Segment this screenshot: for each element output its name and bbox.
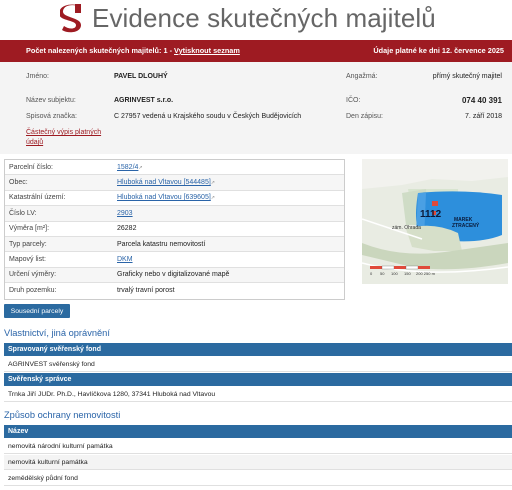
svg-text:50: 50	[380, 271, 385, 276]
engagement-value: přímý skutečný majitel	[432, 73, 502, 80]
app-title: Evidence skutečných majitelů	[92, 3, 436, 33]
results-bar: Počet nalezených skutečných majitelů: 1 …	[0, 40, 512, 62]
name-value: PAVEL DLOUHÝ	[114, 73, 168, 80]
managed-fund-header: Spravovaný svěřenský fond	[4, 343, 512, 356]
parcel-row-label: Katastrální území:	[9, 194, 66, 202]
parcel-value-link[interactable]: DKM	[117, 256, 133, 263]
parcel-row: Číslo LV: 2903	[5, 206, 344, 222]
protection-section-title: Způsob ochrany nemovitosti	[4, 410, 121, 420]
parcel-value-link[interactable]: 2903	[117, 210, 133, 217]
parcel-row-value[interactable]: DKM	[117, 256, 344, 263]
file-label: Spisová značka:	[26, 113, 77, 120]
parcel-row-value: Graficky nebo v digitalizované mapě	[117, 271, 230, 279]
parcel-row: Určení výměry: Graficky nebo v digitalizo…	[5, 267, 344, 284]
parcel-row: Typ parcely: Parcela katastru nemovitostí	[5, 236, 344, 253]
parcel-row-value: Parcela katastru nemovitostí	[117, 240, 206, 248]
parcel-row-label: Určení výměry:	[9, 271, 57, 279]
parcel-row-label: Obec:	[9, 179, 28, 187]
parcel-row: Katastrální území: Hluboká nad Vltavou [6…	[5, 190, 344, 207]
external-link-icon[interactable]: ↗	[211, 195, 215, 201]
print-list-link[interactable]: Vytisknout seznam	[174, 46, 240, 55]
partial-extract-link[interactable]: Částečný výpis platných údajů	[26, 128, 101, 148]
parcel-row-value: trvalý travní porost	[117, 287, 175, 295]
parcel-row: Obec: Hluboká nad Vltavou [544485]↗	[5, 175, 344, 191]
file-value: C 27957 vedená u Krajského soudu v Český…	[114, 113, 302, 120]
entry-date-label: Den zápisu:	[346, 113, 383, 120]
protection-item: nemovitá kulturní památka	[4, 455, 512, 470]
entry-date-value: 7. září 2018	[465, 113, 502, 120]
parcel-value-link[interactable]: Hluboká nad Vltavou [544485]	[117, 179, 211, 186]
parcel-row: Parcelní číslo: 1582/4↗	[5, 160, 344, 176]
esm-logo-icon[interactable]	[60, 4, 84, 34]
parcel-row-value: 26282	[117, 225, 137, 233]
owner-info: Jméno: PAVEL DLOUHÝ Angažmá: přímý skute…	[0, 62, 512, 154]
parcel-value-link[interactable]: 1582/4	[117, 164, 138, 171]
entity-value: AGRINVEST s.r.o.	[114, 97, 174, 104]
parcel-row-label: Číslo LV:	[9, 209, 37, 217]
separator: -	[169, 46, 172, 55]
parcel-row-label: Výměra [m²]:	[9, 225, 50, 233]
ico-value: 074 40 391	[461, 96, 502, 105]
neighbor-parcels-button[interactable]: Sousední parcely	[4, 304, 70, 318]
name-label: Jméno:	[26, 73, 49, 80]
parcel-table: Parcelní číslo: 1582/4↗ Obec: Hluboká nad V…	[4, 159, 345, 300]
engagement-label: Angažmá:	[346, 73, 378, 80]
external-link-icon[interactable]: ↗	[211, 180, 215, 186]
parcel-row: Mapový list: DKM	[5, 252, 344, 268]
svg-text:150: 150	[404, 271, 411, 276]
managed-fund-value: AGRINVEST svěřenský fond	[4, 357, 512, 372]
validity-date: Údaje platné ke dni 12. července 2025	[373, 46, 504, 55]
parcel-map[interactable]: 1112 MAREK ZTRACENÝ zám. Ohrada 0 50 100…	[362, 159, 508, 284]
parcel-row-label: Mapový list:	[9, 256, 46, 264]
external-link-icon[interactable]: ↗	[138, 165, 142, 171]
map-lot-number: 1112	[420, 209, 442, 220]
entity-label: Název subjektu:	[26, 97, 76, 104]
site-header: Evidence skutečných majitelů	[0, 0, 512, 40]
protection-item: zemědělský půdní fond	[4, 471, 512, 486]
svg-text:100: 100	[391, 271, 398, 276]
map-water-label-2: ZTRACENÝ	[452, 222, 480, 229]
map-canvas[interactable]: 1112 MAREK ZTRACENÝ zám. Ohrada 0 50 100…	[362, 159, 508, 284]
ownership-section-title: Vlastnictví, jiná oprávnění	[4, 328, 110, 338]
parcel-row-value[interactable]: 2903	[117, 210, 344, 217]
parcel-row-label: Druh pozemku:	[9, 287, 57, 295]
parcel-row-value[interactable]: 1582/4↗	[117, 164, 344, 171]
parcel-row-label: Typ parcely:	[9, 240, 47, 248]
ico-label: IČO:	[346, 97, 361, 104]
protection-item: nemovitá národní kulturní památka	[4, 439, 512, 454]
parcel-row: Výměra [m²]: 26282	[5, 221, 344, 237]
trustee-value: Trnka Jiří JUDr. Ph.D., Havlíčkova 1280,…	[4, 387, 512, 402]
svg-text:200 250 m: 200 250 m	[416, 271, 436, 276]
protection-header: Název	[4, 425, 512, 438]
parcel-row: Druh pozemku: trvalý travní porost	[5, 283, 344, 299]
map-place-label: zám. Ohrada	[392, 225, 421, 231]
results-count: Počet nalezených skutečných majitelů: 1	[26, 46, 168, 55]
parcel-row-value[interactable]: Hluboká nad Vltavou [639605]↗	[117, 194, 344, 201]
parcel-row-label: Parcelní číslo:	[9, 163, 53, 171]
parcel-value-link[interactable]: Hluboká nad Vltavou [639605]	[117, 194, 211, 201]
parcel-row-value[interactable]: Hluboká nad Vltavou [544485]↗	[117, 179, 344, 186]
trustee-header: Svěřenský správce	[4, 373, 512, 386]
